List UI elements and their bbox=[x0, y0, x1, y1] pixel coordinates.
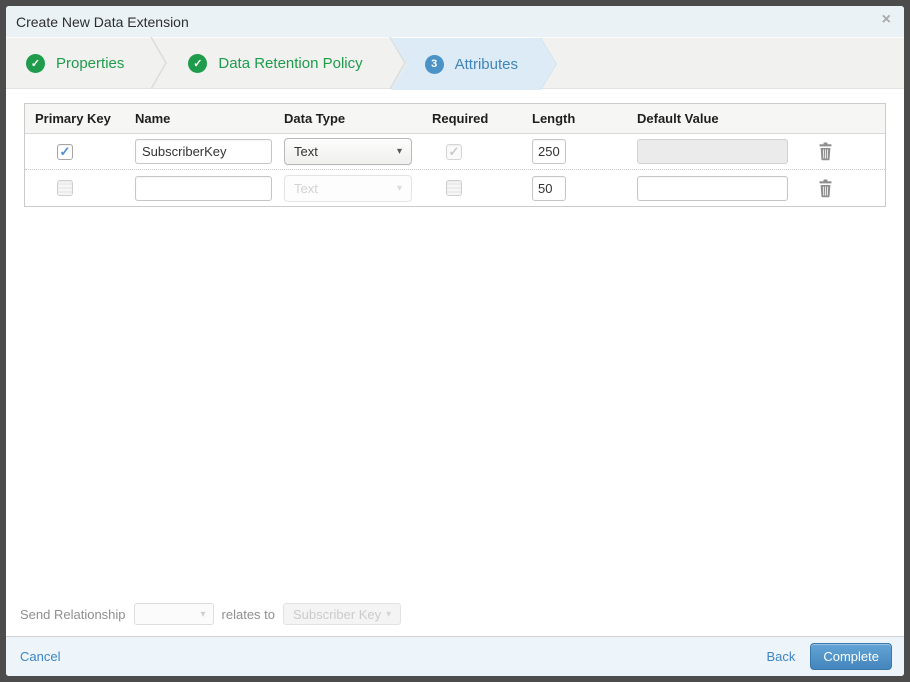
back-link[interactable]: Back bbox=[766, 649, 795, 664]
relates-to-field-value: Subscriber Key bbox=[293, 606, 382, 622]
data-type-select[interactable]: Text ▾ bbox=[284, 138, 412, 165]
col-header-name: Name bbox=[135, 111, 171, 126]
table-header-row: Primary Key Name Data Type Required Leng… bbox=[25, 104, 885, 134]
default-value-input-disabled bbox=[637, 139, 788, 164]
col-header-primary-key: Primary Key bbox=[35, 111, 111, 126]
col-header-default-value: Default Value bbox=[637, 111, 719, 126]
wizard-steps: ✓ Properties ✓ Data Retention Policy 3 A… bbox=[6, 37, 904, 89]
chevron-down-icon: ▾ bbox=[396, 182, 402, 194]
delete-row-button[interactable] bbox=[817, 142, 834, 161]
check-circle-icon: ✓ bbox=[26, 53, 45, 73]
step-separator bbox=[150, 37, 168, 89]
dialog-titlebar: Create New Data Extension × bbox=[6, 6, 904, 37]
col-header-length: Length bbox=[532, 111, 576, 126]
relates-to-label: relates to bbox=[221, 606, 276, 622]
col-header-required: Required bbox=[432, 111, 489, 126]
data-type-value: Text bbox=[294, 144, 318, 159]
data-type-select-disabled: Text ▾ bbox=[284, 174, 412, 202]
create-data-extension-dialog: Create New Data Extension × ✓ Properties… bbox=[6, 6, 904, 676]
required-checkbox-disabled-checked: ✓ bbox=[446, 143, 462, 160]
default-value-input[interactable] bbox=[637, 175, 788, 201]
col-header-data-type: Data Type bbox=[284, 111, 346, 126]
complete-button[interactable]: Complete bbox=[810, 643, 892, 670]
step-data-retention-policy[interactable]: ✓ Data Retention Policy bbox=[168, 38, 388, 88]
attribute-row: ✓ Text ▾ ✓ bbox=[25, 134, 885, 170]
name-input[interactable] bbox=[135, 175, 272, 201]
data-type-value: Text bbox=[294, 180, 318, 196]
step-label: Attributes bbox=[454, 55, 518, 73]
relates-to-field-select-disabled: Subscriber Key ▾ bbox=[283, 603, 402, 625]
send-relationship-select-disabled: ▾ bbox=[133, 603, 214, 625]
attribute-row: Text ▾ bbox=[25, 170, 885, 206]
attributes-table: Primary Key Name Data Type Required Leng… bbox=[24, 103, 886, 207]
trash-icon bbox=[819, 179, 832, 197]
required-checkbox-unchecked[interactable] bbox=[446, 180, 462, 196]
cancel-link[interactable]: Cancel bbox=[20, 649, 60, 664]
delete-row-button[interactable] bbox=[817, 179, 834, 198]
step-attributes[interactable]: 3 Attributes bbox=[391, 38, 556, 90]
close-icon[interactable]: × bbox=[882, 12, 891, 28]
step-properties[interactable]: ✓ Properties bbox=[6, 38, 150, 88]
send-relationship-row: Send Relationship ▾ relates to Subscribe… bbox=[20, 602, 904, 626]
chevron-down-icon: ▾ bbox=[396, 146, 402, 157]
active-step-wrap: 3 Attributes bbox=[391, 38, 556, 88]
step-label: Properties bbox=[56, 54, 125, 72]
step-number-badge: 3 bbox=[425, 55, 444, 74]
primary-key-checkbox-checked[interactable]: ✓ bbox=[57, 143, 73, 160]
length-input[interactable] bbox=[532, 139, 566, 164]
length-input[interactable] bbox=[532, 175, 566, 201]
trash-icon bbox=[819, 142, 832, 161]
chevron-down-icon: ▾ bbox=[200, 608, 206, 620]
check-circle-icon: ✓ bbox=[188, 53, 208, 73]
dialog-content: Primary Key Name Data Type Required Leng… bbox=[6, 89, 904, 636]
step-label: Data Retention Policy bbox=[218, 54, 363, 72]
primary-key-checkbox-unchecked[interactable] bbox=[57, 180, 73, 196]
send-relationship-label: Send Relationship bbox=[20, 606, 126, 622]
chevron-down-icon: ▾ bbox=[386, 608, 392, 620]
dialog-title: Create New Data Extension bbox=[16, 13, 189, 30]
name-input[interactable] bbox=[135, 139, 272, 164]
dialog-footer: Cancel Back Complete bbox=[6, 636, 904, 676]
